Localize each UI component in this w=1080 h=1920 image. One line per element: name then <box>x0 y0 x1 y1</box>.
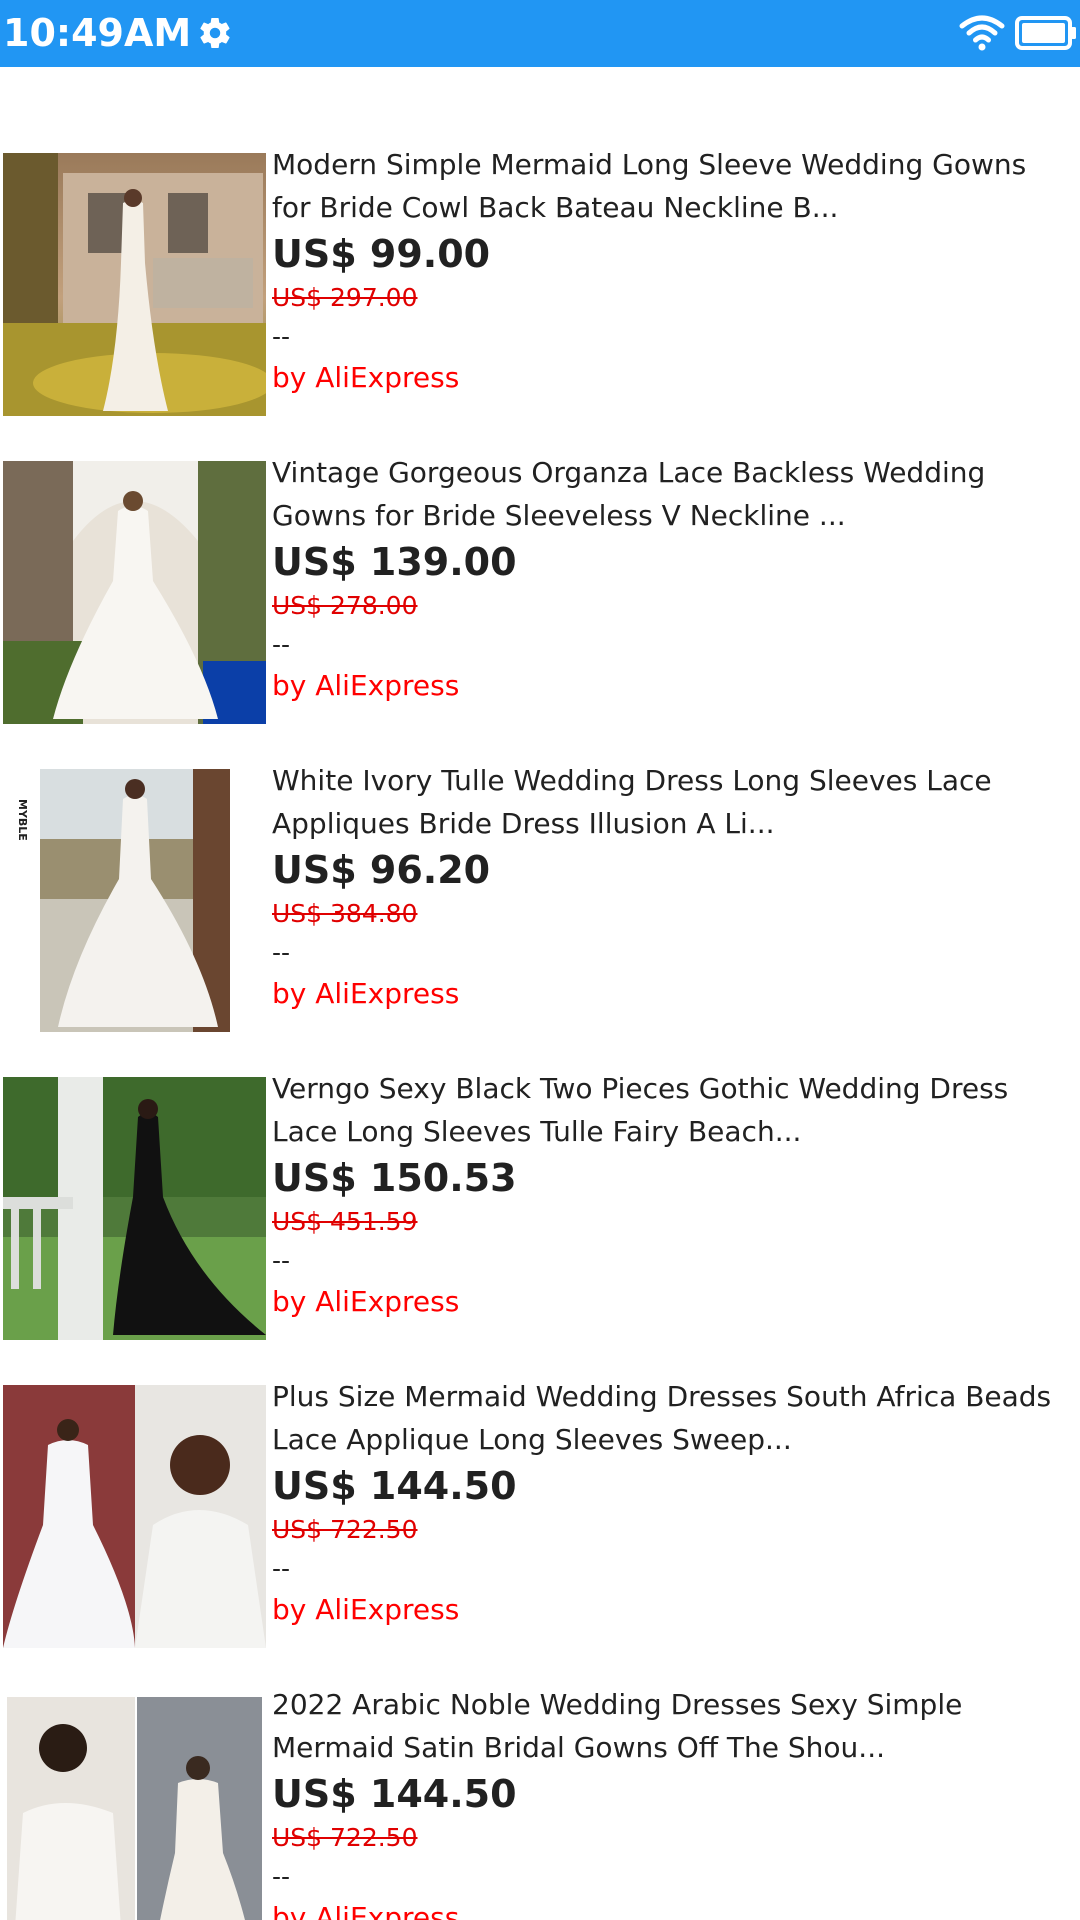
product-photo <box>3 1077 266 1340</box>
product-seller[interactable]: by AliExpress <box>272 664 1080 708</box>
product-title[interactable]: Lace Applique Long Sleeves Sweep... <box>272 1418 1080 1461</box>
gear-icon <box>200 18 230 49</box>
product-rating: -- <box>272 1246 291 1275</box>
product-seller[interactable]: by AliExpress <box>272 1588 1080 1632</box>
product-item[interactable]: MYBLE White Ivory Tulle Wedding Dress Lo… <box>0 764 1080 1077</box>
product-title[interactable]: Mermaid Satin Bridal Gowns Off The Shou.… <box>272 1726 1080 1769</box>
product-photo <box>3 1693 266 1920</box>
product-photo <box>3 153 266 416</box>
product-photo <box>3 461 266 724</box>
product-item[interactable]: Vintage Gorgeous Organza Lace Backless W… <box>0 456 1080 769</box>
product-item[interactable]: 2022 Arabic Noble Wedding Dresses Sexy S… <box>0 1688 1080 1920</box>
status-time: 10:49AM <box>3 11 192 55</box>
product-price: US$ 144.50 <box>272 1464 517 1508</box>
product-title[interactable]: Appliques Bride Dress Illusion A Li... <box>272 802 1080 845</box>
product-list[interactable]: Modern Simple Mermaid Long Sleeve Weddin… <box>0 67 1080 1920</box>
product-rating: -- <box>272 630 291 659</box>
product-image[interactable] <box>3 1077 266 1340</box>
product-title[interactable]: Verngo Sexy Black Two Pieces Gothic Wedd… <box>272 1067 1080 1110</box>
product-rating: -- <box>272 1862 291 1891</box>
product-rating: -- <box>272 938 291 967</box>
product-photo: MYBLE <box>3 769 266 1032</box>
product-image[interactable]: MYBLE <box>3 769 266 1032</box>
product-title[interactable]: Vintage Gorgeous Organza Lace Backless W… <box>272 451 1080 494</box>
product-title[interactable]: Gowns for Bride Sleeveless V Neckline ..… <box>272 494 1080 537</box>
product-original-price: US$ 384.80 <box>272 899 418 928</box>
status-bar: 10:49AM <box>0 0 1080 67</box>
product-original-price: US$ 722.50 <box>272 1823 418 1852</box>
product-seller[interactable]: by AliExpress <box>272 356 1080 400</box>
product-seller[interactable]: by AliExpress <box>272 1280 1080 1324</box>
product-title[interactable]: Plus Size Mermaid Wedding Dresses South … <box>272 1375 1080 1418</box>
product-photo <box>3 1385 266 1648</box>
product-item[interactable]: Modern Simple Mermaid Long Sleeve Weddin… <box>0 148 1080 461</box>
product-price: US$ 144.50 <box>272 1772 517 1816</box>
product-price: US$ 99.00 <box>272 232 491 276</box>
product-rating: -- <box>272 322 291 351</box>
product-image[interactable] <box>3 153 266 416</box>
product-price: US$ 150.53 <box>272 1156 517 1200</box>
battery-icon <box>1015 16 1076 50</box>
product-title[interactable]: 2022 Arabic Noble Wedding Dresses Sexy S… <box>272 1683 1080 1726</box>
product-original-price: US$ 722.50 <box>272 1515 418 1544</box>
product-price: US$ 96.20 <box>272 848 491 892</box>
product-item[interactable]: Plus Size Mermaid Wedding Dresses South … <box>0 1380 1080 1693</box>
product-seller[interactable]: by AliExpress <box>272 1896 1080 1920</box>
product-price: US$ 139.00 <box>272 540 517 584</box>
product-image[interactable] <box>3 1385 266 1648</box>
product-image[interactable] <box>3 461 266 724</box>
product-original-price: US$ 451.59 <box>272 1207 418 1236</box>
product-title[interactable]: Lace Long Sleeves Tulle Fairy Beach... <box>272 1110 1080 1153</box>
product-title[interactable]: Modern Simple Mermaid Long Sleeve Weddin… <box>272 143 1080 186</box>
product-title[interactable]: White Ivory Tulle Wedding Dress Long Sle… <box>272 759 1080 802</box>
product-title[interactable]: for Bride Cowl Back Bateau Neckline B... <box>272 186 1080 229</box>
product-image[interactable] <box>3 1693 266 1920</box>
wifi-icon <box>959 15 1005 51</box>
product-seller[interactable]: by AliExpress <box>272 972 1080 1016</box>
product-original-price: US$ 278.00 <box>272 591 418 620</box>
product-rating: -- <box>272 1554 291 1583</box>
brand-watermark: MYBLE <box>16 799 29 841</box>
product-item[interactable]: Verngo Sexy Black Two Pieces Gothic Wedd… <box>0 1072 1080 1385</box>
product-original-price: US$ 297.00 <box>272 283 418 312</box>
